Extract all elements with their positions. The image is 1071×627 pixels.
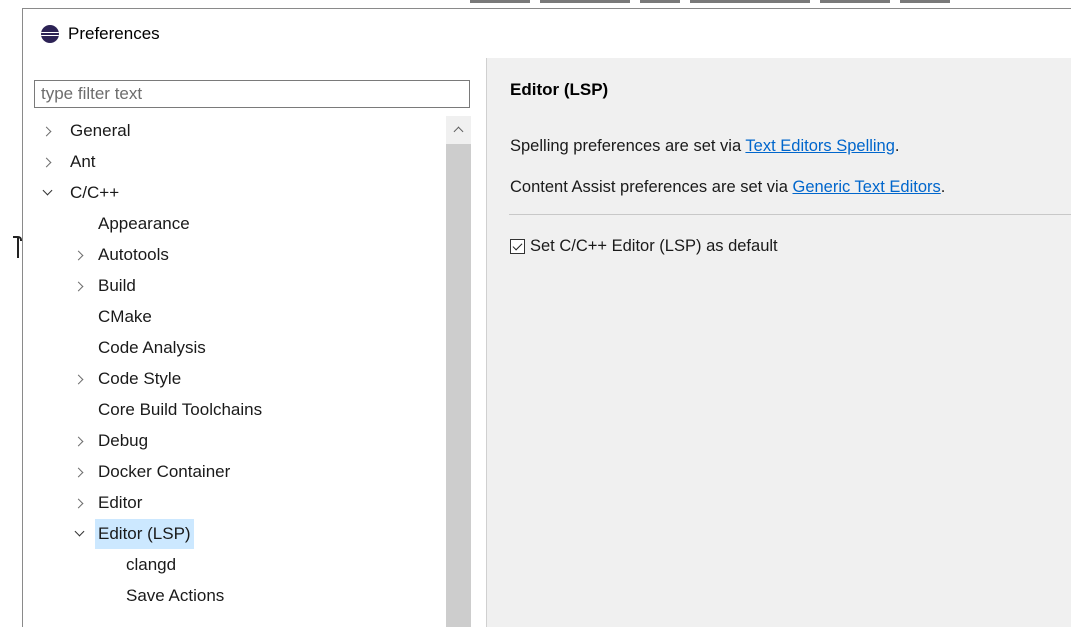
content-assist-info: Content Assist preferences are set via G… <box>510 178 945 197</box>
tree-item-label: Ant <box>70 152 96 171</box>
chevron-right-icon[interactable] <box>74 240 86 270</box>
tree-item-label: Debug <box>98 431 149 450</box>
tree-scrollbar[interactable] <box>446 116 471 627</box>
background-window-edge <box>470 0 1071 8</box>
tree-item-label: Docker Container <box>98 462 231 481</box>
set-default-checkbox[interactable] <box>510 238 525 254</box>
chevron-down-icon[interactable] <box>42 178 54 208</box>
tree-item-label: Core Build Toolchains <box>98 400 263 419</box>
spelling-info-suffix: . <box>894 137 900 155</box>
tree-item-label: Save Actions <box>126 586 225 605</box>
window-title: Preferences <box>68 23 160 43</box>
tree-item-label: Editor (LSP) <box>95 519 194 549</box>
preferences-dialog: Preferences General Ant C/C++ Appearance… <box>22 8 1071 627</box>
tree-item-label: Code Analysis <box>98 338 206 357</box>
page-title: Editor (LSP) <box>510 80 609 99</box>
set-default-label[interactable]: Set C/C++ Editor (LSP) as default <box>530 237 778 256</box>
preferences-tree: General Ant C/C++ Appearance Autotools B… <box>23 116 444 627</box>
eclipse-icon <box>41 24 59 43</box>
content-assist-info-text: Content Assist preferences are set via <box>510 178 793 196</box>
default-editor-option[interactable]: Set C/C++ Editor (LSP) as default <box>510 234 778 258</box>
chevron-right-icon[interactable] <box>74 271 86 301</box>
tree-item-label: General <box>70 121 131 140</box>
chevron-up-icon[interactable] <box>446 116 471 144</box>
tree-item-label: Autotools <box>98 245 169 264</box>
tree-item-label: Editor <box>98 493 143 512</box>
title-bar[interactable]: Preferences <box>23 9 1071 58</box>
tree-item-label: C/C++ <box>70 183 120 202</box>
tree-item-label: CMake <box>98 307 152 326</box>
tree-item-label: Code Style <box>98 369 182 388</box>
background-glyph <box>0 232 22 262</box>
preferences-navigation-pane: General Ant C/C++ Appearance Autotools B… <box>23 58 486 627</box>
chevron-right-icon[interactable] <box>74 457 86 487</box>
text-editors-spelling-link[interactable]: Text Editors Spelling <box>745 137 895 155</box>
chevron-right-icon[interactable] <box>74 364 86 394</box>
tree-item-label: Appearance <box>98 214 190 233</box>
chevron-down-icon[interactable] <box>74 519 86 549</box>
separator <box>509 214 1071 215</box>
generic-text-editors-link[interactable]: Generic Text Editors <box>792 178 940 196</box>
chevron-right-icon[interactable] <box>42 116 54 146</box>
chevron-right-icon[interactable] <box>74 426 86 456</box>
spelling-info: Spelling preferences are set via Text Ed… <box>510 137 900 156</box>
filter-text-input[interactable] <box>34 80 470 108</box>
scrollbar-thumb[interactable] <box>446 144 471 627</box>
tree-item-label: clangd <box>126 555 177 574</box>
preference-page: Editor (LSP) Spelling preferences are se… <box>487 58 1071 627</box>
content-assist-info-suffix: . <box>940 178 946 196</box>
chevron-right-icon[interactable] <box>42 147 54 177</box>
chevron-right-icon[interactable] <box>74 488 86 518</box>
tree-item-label: Build <box>98 276 136 295</box>
spelling-info-text: Spelling preferences are set via <box>510 137 746 155</box>
background-area <box>0 0 24 626</box>
